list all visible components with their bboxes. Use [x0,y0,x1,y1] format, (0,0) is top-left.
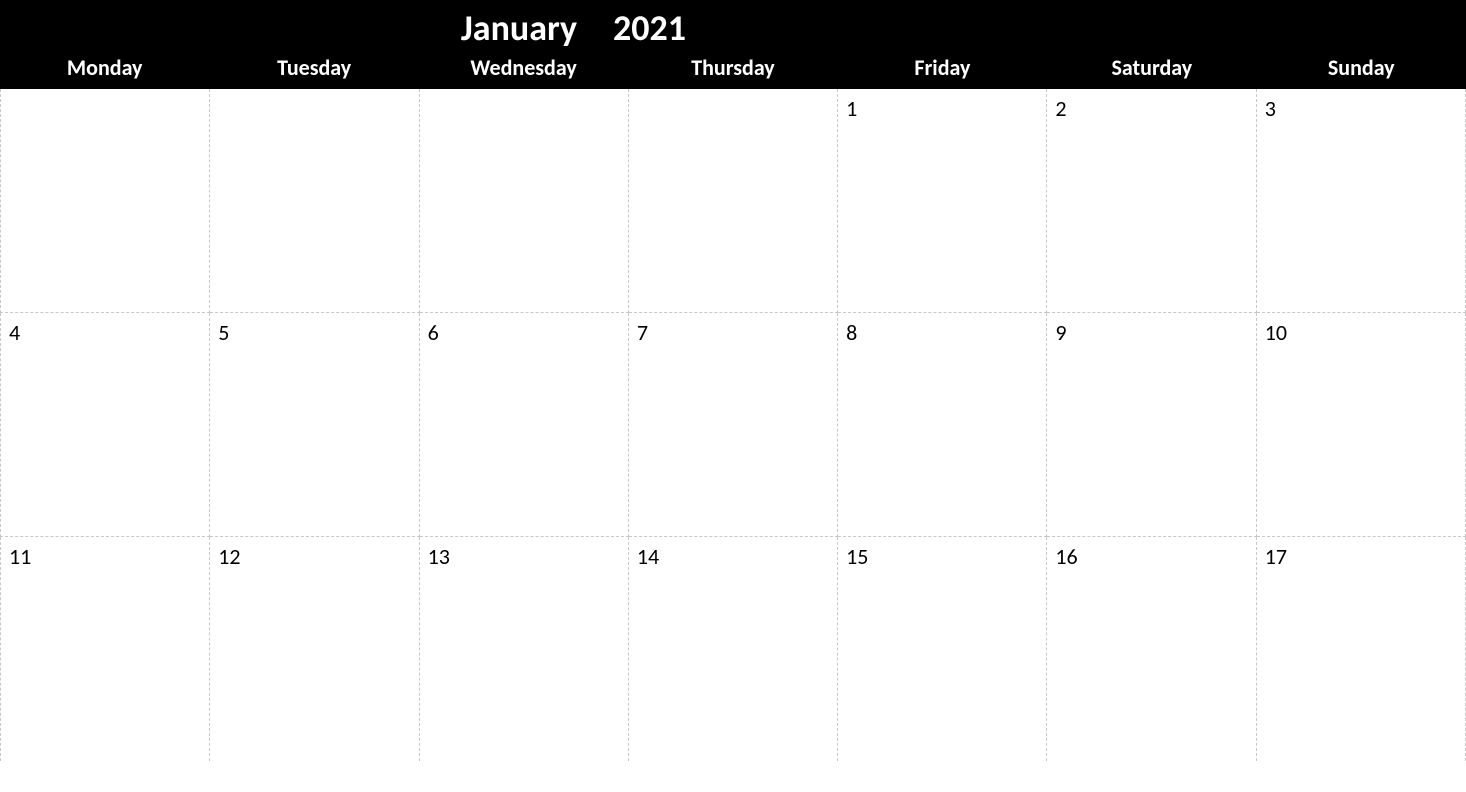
calendar-title: January 2021 [0,0,1466,52]
calendar-day-cell: 1 [838,89,1047,313]
calendar-week-row: 1 2 3 [0,89,1466,313]
weekday-header: Sunday [1257,52,1466,85]
calendar-day-cell [420,89,629,313]
calendar-day-cell: 10 [1257,313,1466,537]
calendar-day-cell: 12 [210,537,419,761]
calendar-day-cell: 8 [838,313,1047,537]
calendar-day-cell: 13 [420,537,629,761]
calendar-day-cell [210,89,419,313]
calendar-day-cell: 4 [0,313,210,537]
calendar-day-cell: 14 [629,537,838,761]
calendar-day-cell [629,89,838,313]
weekday-header: Saturday [1047,52,1256,85]
calendar-day-cell [0,89,210,313]
weekday-header: Monday [0,52,209,85]
calendar-day-cell: 17 [1257,537,1466,761]
calendar-week-row: 11 12 13 14 15 16 17 [0,537,1466,761]
calendar-day-cell: 5 [210,313,419,537]
calendar-day-cell: 2 [1047,89,1256,313]
calendar-day-cell: 16 [1047,537,1256,761]
calendar-week-row: 4 5 6 7 8 9 10 [0,313,1466,537]
calendar-day-cell: 11 [0,537,210,761]
calendar-day-cell: 9 [1047,313,1256,537]
calendar-day-cell: 15 [838,537,1047,761]
weekday-header: Tuesday [209,52,418,85]
calendar: January 2021 Monday Tuesday Wednesday Th… [0,0,1466,761]
calendar-day-cell: 3 [1257,89,1466,313]
calendar-header: January 2021 Monday Tuesday Wednesday Th… [0,0,1466,89]
weekday-header: Friday [838,52,1047,85]
calendar-month: January [0,6,595,50]
calendar-year: 2021 [595,6,1466,50]
calendar-day-cell: 6 [420,313,629,537]
calendar-day-cell: 7 [629,313,838,537]
weekday-header: Wednesday [419,52,628,85]
calendar-grid: 1 2 3 4 5 6 7 8 9 10 11 12 13 14 15 16 1… [0,89,1466,761]
weekday-header-row: Monday Tuesday Wednesday Thursday Friday… [0,52,1466,89]
weekday-header: Thursday [628,52,837,85]
